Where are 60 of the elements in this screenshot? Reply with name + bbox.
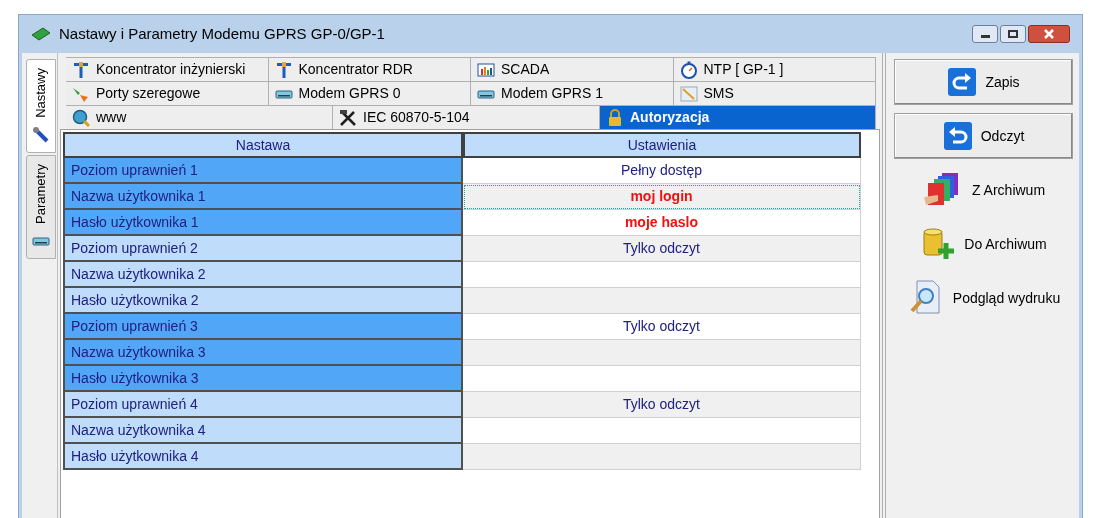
tab[interactable]: NTP [ GP-1 ] bbox=[673, 57, 876, 81]
window-title: Nastawy i Parametry Modemu GPRS GP-0/GP-1 bbox=[59, 23, 385, 44]
tab[interactable]: Autoryzacja bbox=[600, 105, 876, 129]
tab[interactable]: SMS bbox=[673, 81, 876, 105]
table-cell: Nazwa użytkownika 2 bbox=[63, 262, 463, 288]
globe-search-icon bbox=[72, 108, 90, 127]
table-cell[interactable] bbox=[463, 366, 861, 392]
tab[interactable]: SCADA bbox=[471, 57, 674, 81]
table-cell: Poziom uprawnień 1 bbox=[63, 158, 463, 184]
tab[interactable]: Modem GPRS 0 bbox=[268, 81, 471, 105]
tab[interactable]: Koncentrator inżynierski bbox=[66, 57, 269, 81]
chart-icon bbox=[477, 60, 495, 79]
tools-icon bbox=[339, 108, 357, 127]
table-cell[interactable] bbox=[463, 418, 861, 444]
tab[interactable]: IEC 60870-5-104 bbox=[333, 105, 600, 129]
table-cell: Poziom uprawnień 3 bbox=[63, 314, 463, 340]
stopwatch-icon bbox=[679, 60, 698, 79]
table-cell: Poziom uprawnień 4 bbox=[63, 392, 463, 418]
table-cell[interactable]: moje haslo bbox=[463, 210, 861, 236]
action-button[interactable]: Odczyt bbox=[894, 113, 1073, 159]
padlock-icon bbox=[606, 108, 624, 127]
table-cell[interactable]: Tylko odczyt bbox=[463, 392, 861, 418]
side-tab[interactable]: Parametry bbox=[26, 154, 56, 259]
table-cell: Nazwa użytkownika 4 bbox=[63, 418, 463, 444]
table-cell: Hasło użytkownika 1 bbox=[63, 210, 463, 236]
action-button[interactable]: Zapis bbox=[894, 59, 1073, 105]
close-button[interactable] bbox=[1028, 25, 1070, 43]
archive-action[interactable]: Podgląd wydruku bbox=[894, 275, 1073, 321]
tab[interactable]: Porty szeregowe bbox=[66, 81, 269, 105]
table-cell[interactable]: moj login bbox=[463, 184, 861, 210]
table-cell: Hasło użytkownika 3 bbox=[63, 366, 463, 392]
note-icon bbox=[679, 84, 698, 103]
archive-action[interactable]: Do Archiwum bbox=[894, 221, 1073, 267]
table-cell[interactable] bbox=[463, 288, 861, 314]
circuit-board-icon bbox=[31, 27, 51, 41]
wrench-icon bbox=[32, 125, 50, 144]
maximize-button[interactable] bbox=[1000, 25, 1026, 43]
archive-action[interactable]: Z Archiwum bbox=[894, 167, 1073, 213]
table-cell: Hasło użytkownika 2 bbox=[63, 288, 463, 314]
table-cell: Nazwa użytkownika 3 bbox=[63, 340, 463, 366]
table-cell[interactable]: Tylko odczyt bbox=[463, 314, 861, 340]
tab[interactable]: Modem GPRS 1 bbox=[471, 81, 674, 105]
column-header: Nastawa bbox=[63, 132, 463, 158]
column-header: Ustawienia bbox=[463, 132, 861, 158]
close-icon bbox=[1044, 29, 1054, 39]
side-tab[interactable]: Nastawy bbox=[26, 59, 56, 153]
table-cell: Poziom uprawnień 2 bbox=[63, 236, 463, 262]
table-cell: Nazwa użytkownika 1 bbox=[63, 184, 463, 210]
table-cell: Hasło użytkownika 4 bbox=[63, 444, 463, 470]
tab[interactable]: Koncentrator RDR bbox=[268, 57, 471, 81]
database-add-icon bbox=[920, 227, 957, 261]
tab[interactable]: www bbox=[66, 105, 333, 129]
table-cell[interactable] bbox=[463, 262, 861, 288]
table-cell[interactable]: Pełny dostęp bbox=[463, 158, 861, 184]
minimize-button[interactable] bbox=[972, 25, 998, 43]
antenna-icon bbox=[274, 60, 293, 79]
table-cell[interactable] bbox=[463, 340, 861, 366]
table-cell[interactable] bbox=[463, 444, 861, 470]
antenna-icon bbox=[72, 60, 90, 79]
table-cell[interactable]: Tylko odczyt bbox=[463, 236, 861, 262]
